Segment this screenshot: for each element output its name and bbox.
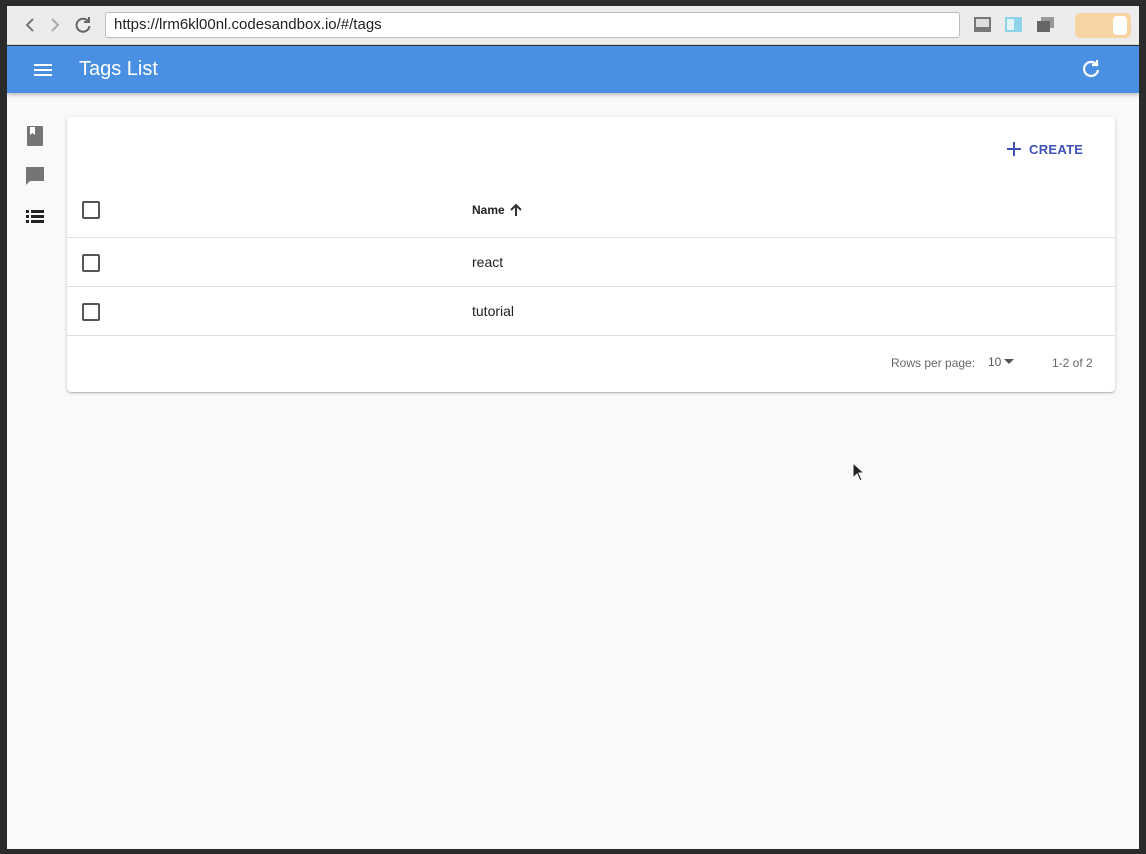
page-viewport: Tags List CREATE Name react tutorial Row…	[7, 46, 1139, 849]
page-title: Tags List	[79, 58, 158, 80]
theme-toggle[interactable]	[1075, 13, 1131, 38]
column-header-label: Name	[472, 203, 505, 217]
back-button[interactable]	[19, 14, 41, 36]
rows-per-page-label: Rows per page:	[891, 356, 976, 370]
windows-icon[interactable]	[1036, 16, 1056, 34]
comment-icon	[26, 167, 44, 185]
table-row[interactable]: tutorial	[67, 287, 1115, 336]
create-button[interactable]: CREATE	[1007, 137, 1083, 161]
sidebar-item-comments[interactable]	[24, 165, 46, 187]
sidebar-item-posts[interactable]	[24, 125, 46, 147]
menu-button[interactable]	[31, 58, 55, 82]
panel-side-icon[interactable]	[1004, 16, 1024, 34]
rows-per-page-select[interactable]: 10	[988, 355, 1015, 369]
forward-button[interactable]	[44, 14, 66, 36]
row-checkbox[interactable]	[82, 254, 100, 272]
menu-icon	[34, 64, 52, 76]
dropdown-arrow-icon	[1004, 359, 1015, 364]
column-header-name[interactable]: Name	[472, 203, 523, 217]
refresh-button[interactable]	[1079, 57, 1103, 81]
tag-name-cell[interactable]: react	[472, 254, 503, 270]
reload-button[interactable]	[72, 14, 94, 36]
reload-icon	[75, 17, 91, 33]
list-card: CREATE Name react tutorial Rows per page…	[67, 117, 1115, 392]
browser-toolbar: https://lrm6kl00nl.codesandbox.io/#/tags	[7, 6, 1139, 45]
select-all-checkbox[interactable]	[82, 201, 100, 219]
rows-per-page-value: 10	[988, 355, 1002, 369]
app-bar: Tags List	[7, 46, 1139, 93]
sidebar-item-tags[interactable]	[24, 206, 46, 228]
toggle-knob	[1113, 16, 1127, 35]
table-header: Name	[67, 189, 1115, 238]
panel-bottom-icon[interactable]	[973, 16, 993, 34]
create-label: CREATE	[1029, 141, 1084, 157]
chevron-left-icon	[25, 18, 34, 32]
tag-name-cell[interactable]: tutorial	[472, 303, 514, 319]
list-icon	[26, 210, 44, 223]
mouse-cursor-icon	[852, 462, 866, 482]
pagination-range: 1-2 of 2	[1052, 356, 1093, 370]
plus-icon	[1007, 142, 1021, 156]
refresh-icon	[1083, 60, 1100, 77]
chevron-right-icon	[51, 18, 60, 32]
sort-ascending-icon	[509, 203, 522, 216]
address-bar[interactable]: https://lrm6kl00nl.codesandbox.io/#/tags	[105, 12, 960, 38]
row-checkbox[interactable]	[82, 303, 100, 321]
table-row[interactable]: react	[67, 238, 1115, 287]
book-icon	[27, 126, 43, 146]
